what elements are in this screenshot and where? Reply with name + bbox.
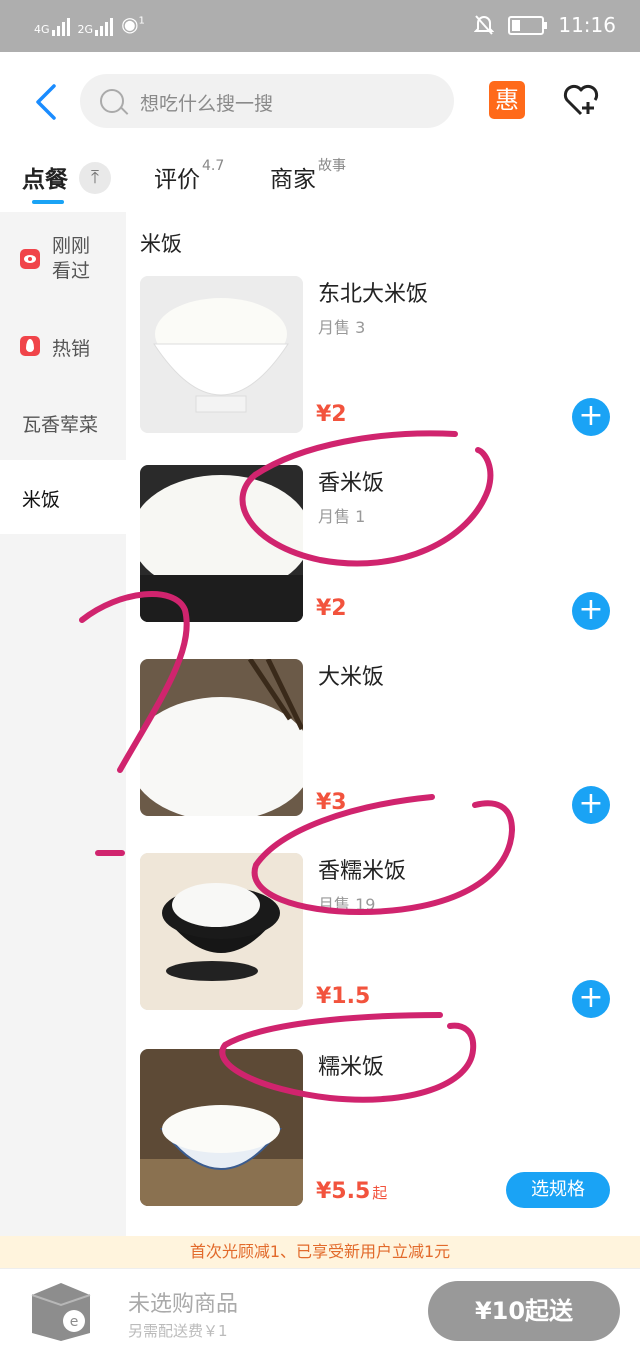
add-to-cart-button[interactable]: + xyxy=(572,786,610,824)
food-image xyxy=(140,659,303,816)
hotspot-badge: 1 xyxy=(138,15,145,27)
food-monthly-sales: 月售 19 xyxy=(318,895,376,914)
mute-bell-icon xyxy=(474,15,495,35)
battery-icon xyxy=(508,15,548,35)
network-type-1: 4G xyxy=(34,23,50,36)
add-to-cart-button[interactable]: + xyxy=(572,398,610,436)
price-value: ¥3 xyxy=(316,790,347,815)
category-sidebar: 刚刚 看过 热销 瓦香荤菜 米饭 xyxy=(0,212,126,1236)
signal-area: 4G 2G ◉1 xyxy=(34,12,145,36)
sidebar-item-label: 米饭 xyxy=(22,489,61,511)
tab-reviews[interactable]: 评价4.7 xyxy=(154,158,225,194)
rating-score: 4.7 xyxy=(202,158,225,175)
price-suffix: 起 xyxy=(372,1184,388,1202)
food-item[interactable]: 香糯米饭 月售 19 ¥1.5 + xyxy=(126,853,640,1033)
sidebar-item-label: 刚刚 看过 xyxy=(52,235,91,282)
sidebar-item-hot[interactable]: 热销 xyxy=(0,308,126,384)
header: 想吃什么搜一搜 惠 点餐 ⤒ 评价4.7 商家故事 xyxy=(0,52,640,212)
eye-icon xyxy=(20,249,40,269)
food-price: ¥1.5 xyxy=(316,984,372,1009)
tab-order-label: 点餐 xyxy=(22,167,68,193)
food-name: 香米饭 xyxy=(318,471,385,496)
sidebar-item-label: 瓦香荤菜 xyxy=(22,414,99,436)
min-order-button[interactable]: ¥10起送 xyxy=(428,1281,620,1341)
merchant-story-tag: 故事 xyxy=(318,158,346,175)
clock: 11:16 xyxy=(558,13,616,37)
food-item[interactable]: 香米饭 月售 1 ¥2 + xyxy=(126,465,640,645)
food-image xyxy=(140,276,303,433)
tab-merchant-label: 商家 xyxy=(270,167,316,193)
food-name: 香糯米饭 xyxy=(318,859,407,884)
search-placeholder: 想吃什么搜一搜 xyxy=(140,93,274,115)
food-name: 糯米饭 xyxy=(318,1055,385,1080)
tab-reviews-label: 评价 xyxy=(154,167,200,193)
select-spec-button[interactable]: 选规格 xyxy=(506,1172,610,1208)
search-icon xyxy=(100,89,124,113)
food-price: ¥5.5 起 xyxy=(316,1179,387,1204)
price-value: ¥1.5 xyxy=(316,984,371,1009)
food-image xyxy=(140,465,303,622)
food-item[interactable]: 东北大米饭 月售 3 ¥2 + xyxy=(126,276,640,456)
food-item[interactable]: 大米饭 ¥3 + xyxy=(126,659,640,839)
promo-banner: 首次光顾减1、已享受新用户立减1元 xyxy=(0,1236,640,1268)
add-to-cart-button[interactable]: + xyxy=(572,980,610,1018)
svg-text:e: e xyxy=(70,1314,79,1330)
pin-top-icon[interactable]: ⤒ xyxy=(79,162,111,194)
add-to-cart-button[interactable]: + xyxy=(572,592,610,630)
food-item[interactable]: 糯米饭 ¥5.5 起 选规格 xyxy=(126,1049,640,1229)
sidebar-item-label: 热销 xyxy=(52,338,91,360)
tab-order[interactable]: 点餐 xyxy=(22,160,68,194)
food-price: ¥2 xyxy=(316,596,349,621)
tab-active-indicator xyxy=(32,200,64,204)
coupon-icon[interactable]: 惠 xyxy=(489,81,525,119)
food-image xyxy=(140,1049,303,1206)
price-value: ¥2 xyxy=(316,402,347,427)
tab-bar: 点餐 ⤒ 评价4.7 商家故事 xyxy=(0,152,640,212)
food-name: 东北大米饭 xyxy=(318,282,429,307)
cart-empty-text: 未选购商品 xyxy=(128,1292,239,1317)
hotspot-icon: ◉1 xyxy=(121,12,145,36)
price-value: ¥2 xyxy=(316,596,347,621)
price-value: ¥5.5 xyxy=(316,1179,371,1204)
search-input[interactable]: 想吃什么搜一搜 xyxy=(80,74,454,128)
food-monthly-sales: 月售 1 xyxy=(318,507,366,526)
favorite-add-icon[interactable] xyxy=(561,80,601,120)
food-image xyxy=(140,853,303,1010)
flame-icon xyxy=(20,336,40,356)
sidebar-item-recently-viewed[interactable]: 刚刚 看过 xyxy=(0,212,126,308)
cart-box-icon[interactable]: e xyxy=(26,1277,96,1343)
back-arrow-icon[interactable] xyxy=(32,82,62,122)
tab-merchant[interactable]: 商家故事 xyxy=(270,158,346,194)
signal-2g-icon: 2G xyxy=(78,18,114,36)
signal-4g-icon: 4G xyxy=(34,18,70,36)
food-price: ¥3 xyxy=(316,790,349,815)
network-type-2: 2G xyxy=(77,23,94,36)
food-name: 大米饭 xyxy=(318,665,385,690)
food-monthly-sales: 月售 3 xyxy=(318,318,366,337)
status-bar: 4G 2G ◉1 11:16 xyxy=(0,0,640,52)
food-price: ¥2 xyxy=(316,402,349,427)
delivery-fee-text: 另需配送费￥1 xyxy=(128,1322,228,1340)
sidebar-item-clay-pot-meat[interactable]: 瓦香荤菜 xyxy=(0,384,126,460)
section-title: 米饭 xyxy=(140,232,182,256)
food-list: 米饭 东北大米饭 月售 3 ¥2 + 香米饭 月售 1 ¥2 + 大米饭 ¥3 … xyxy=(126,212,640,1236)
cart-bar: e 未选购商品 另需配送费￥1 ¥10起送 xyxy=(0,1268,640,1352)
sidebar-item-rice[interactable]: 米饭 xyxy=(0,460,126,534)
